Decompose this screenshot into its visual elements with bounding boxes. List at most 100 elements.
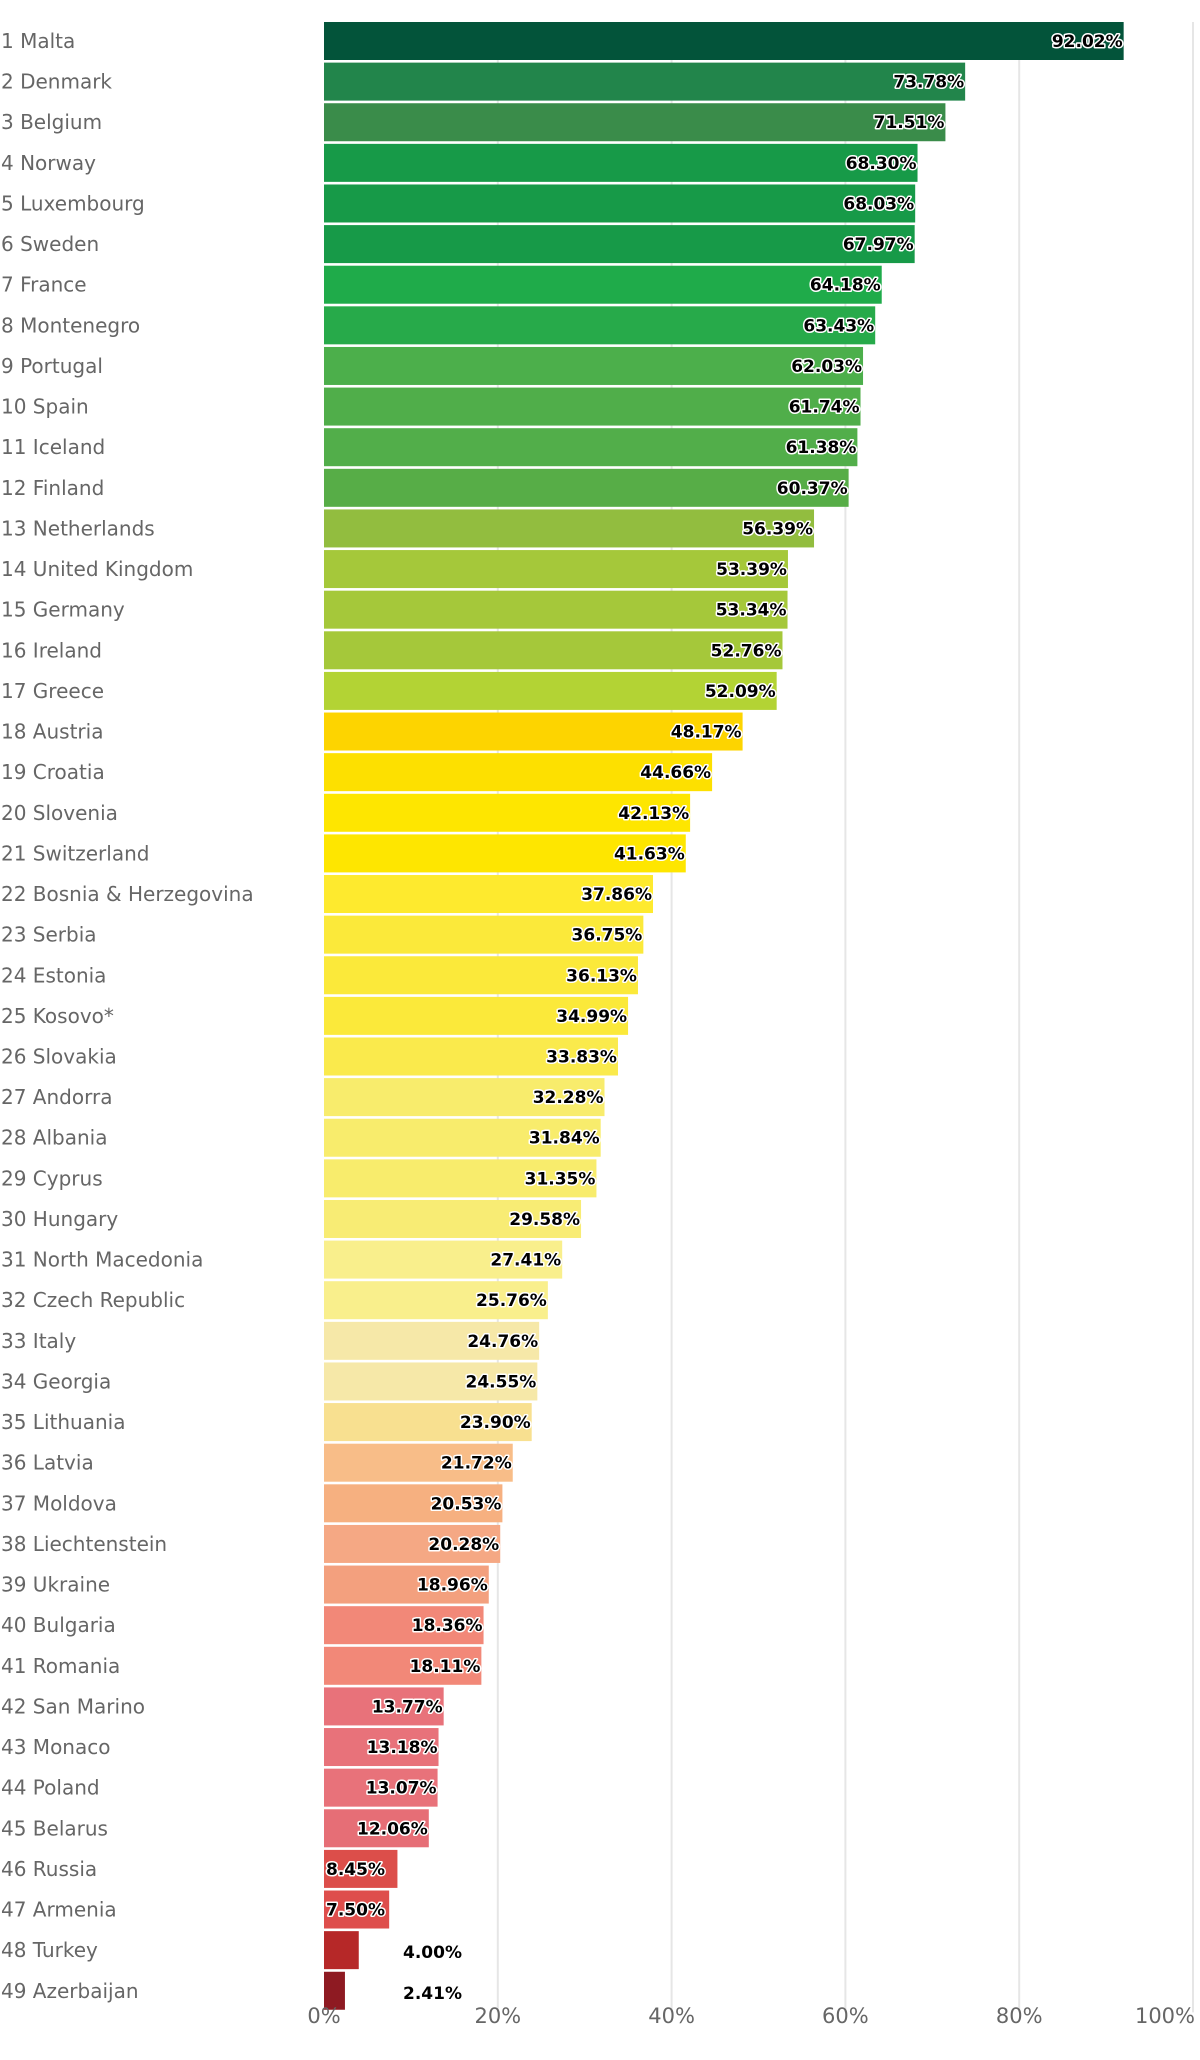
value-label: 7.50% <box>326 1901 385 1921</box>
category-label: 16 Ireland <box>1 638 102 662</box>
value-label: 60.37% <box>777 479 848 499</box>
value-label: 25.76% <box>476 1291 547 1311</box>
bar <box>324 143 918 182</box>
bar <box>324 346 864 385</box>
value-label: 73.78% <box>893 73 964 93</box>
category-label: 32 Czech Republic <box>1 1288 185 1312</box>
value-label: 48.17% <box>671 723 742 743</box>
category-label: 25 Kosovo* <box>1 1004 114 1028</box>
category-label: 21 Switzerland <box>1 841 149 865</box>
value-label: 92.02% <box>1052 32 1123 52</box>
category-label: 39 Ukraine <box>1 1573 110 1597</box>
category-label: 5 Luxembourg <box>1 191 145 215</box>
value-label: 36.75% <box>572 926 643 946</box>
category-label: 34 Georgia <box>1 1369 111 1393</box>
category-label: 2 Denmark <box>1 70 112 94</box>
value-label: 37.86% <box>581 885 652 905</box>
bar <box>324 265 882 304</box>
value-label: 42.13% <box>618 804 689 824</box>
value-label: 18.96% <box>417 1576 488 1596</box>
category-label: 18 Austria <box>1 720 103 744</box>
bar <box>324 306 876 345</box>
category-label: 6 Sweden <box>1 232 99 256</box>
value-label: 52.09% <box>705 682 776 702</box>
value-label: 41.63% <box>614 844 685 864</box>
category-label: 17 Greece <box>1 679 104 703</box>
value-label: 31.84% <box>529 1129 600 1149</box>
value-label: 21.72% <box>441 1454 512 1474</box>
category-label: 11 Iceland <box>1 435 105 459</box>
x-tick-label: 20% <box>474 2004 521 2028</box>
category-label: 7 France <box>1 273 87 297</box>
bar <box>324 22 1124 60</box>
category-label: 4 Norway <box>1 151 96 175</box>
category-label: 27 Andorra <box>1 1085 112 1109</box>
value-label: 13.07% <box>366 1779 437 1799</box>
bar <box>324 428 858 467</box>
value-label: 68.03% <box>843 194 914 214</box>
value-label: 53.39% <box>716 560 787 580</box>
category-label: 8 Montenegro <box>1 313 140 337</box>
category-label: 10 Spain <box>1 395 89 419</box>
bar-chart: 1 Malta 2 Denmark 3 Belgium 4 Norway 5 Luxem… <box>1 22 1195 2028</box>
value-label: 27.41% <box>490 1251 561 1271</box>
category-label: 35 Lithuania <box>1 1410 125 1434</box>
bar <box>324 1931 359 1970</box>
bar <box>324 225 915 264</box>
category-label: 43 Monaco <box>1 1735 110 1759</box>
value-label: 29.58% <box>509 1210 580 1230</box>
category-label: 47 Armenia <box>1 1898 117 1922</box>
category-label: 20 Slovenia <box>1 801 118 825</box>
category-label: 26 Slovakia <box>1 1045 117 1069</box>
category-label: 13 Netherlands <box>1 516 155 540</box>
value-label: 62.03% <box>791 357 862 377</box>
value-label: 36.13% <box>566 966 637 986</box>
x-axis-ticks: 0% 20% 40% 60% 80% 100% <box>307 2004 1195 2028</box>
value-label: 20.28% <box>428 1535 499 1555</box>
value-label: 56.39% <box>742 519 813 539</box>
category-label: 36 Latvia <box>1 1451 94 1475</box>
category-label: 37 Moldova <box>1 1491 117 1515</box>
category-label: 15 Germany <box>1 598 125 622</box>
value-label: 53.34% <box>716 601 787 621</box>
category-label: 23 Serbia <box>1 923 97 947</box>
category-labels: 1 Malta 2 Denmark 3 Belgium 4 Norway 5 Luxem… <box>1 29 254 2003</box>
value-label: 34.99% <box>556 1007 627 1027</box>
category-label: 29 Cyprus <box>1 1166 103 1190</box>
value-label: 67.97% <box>843 235 914 255</box>
category-label: 9 Portugal <box>1 354 103 378</box>
value-label: 4.00% <box>403 1943 462 1963</box>
category-label: 49 Azerbaijan <box>1 1979 139 2003</box>
category-label: 45 Belarus <box>1 1816 108 1840</box>
category-label: 30 Hungary <box>1 1207 118 1231</box>
category-label: 3 Belgium <box>1 110 102 134</box>
value-label: 63.43% <box>803 316 874 336</box>
x-tick-label: 60% <box>822 2004 869 2028</box>
bar <box>324 103 946 142</box>
category-label: 28 Albania <box>1 1126 107 1150</box>
value-label: 31.35% <box>525 1169 596 1189</box>
category-label: 14 United Kingdom <box>1 557 193 581</box>
value-label: 44.66% <box>640 763 711 783</box>
category-label: 44 Poland <box>1 1776 100 1800</box>
value-label: 20.53% <box>431 1494 502 1514</box>
bar <box>324 387 861 426</box>
value-label: 12.06% <box>357 1819 428 1839</box>
value-label: 61.74% <box>789 398 860 418</box>
value-label: 23.90% <box>460 1413 531 1433</box>
bar <box>324 468 849 507</box>
category-label: 24 Estonia <box>1 963 106 987</box>
value-label: 71.51% <box>874 113 945 133</box>
category-label: 46 Russia <box>1 1857 97 1881</box>
value-label: 24.76% <box>467 1332 538 1352</box>
category-label: 19 Croatia <box>1 760 105 784</box>
category-label: 22 Bosnia & Herzegovina <box>1 882 254 906</box>
value-label: 8.45% <box>326 1860 385 1880</box>
value-label: 52.76% <box>711 641 782 661</box>
category-label: 42 San Marino <box>1 1694 145 1718</box>
category-label: 33 Italy <box>1 1329 76 1353</box>
category-label: 48 Turkey <box>1 1938 98 1962</box>
category-label: 12 Finland <box>1 476 104 500</box>
value-label: 33.83% <box>546 1048 617 1068</box>
value-label: 24.55% <box>466 1372 537 1392</box>
